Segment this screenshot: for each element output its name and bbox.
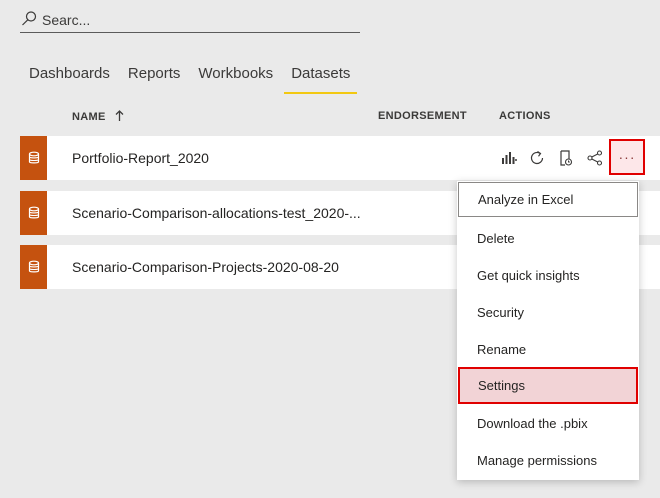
dataset-icon bbox=[20, 136, 47, 180]
menu-item-settings[interactable]: Settings bbox=[458, 367, 638, 404]
search-input[interactable] bbox=[42, 10, 352, 30]
menu-item-security[interactable]: Security bbox=[457, 294, 639, 331]
dataset-name[interactable]: Scenario-Comparison-Projects-2020-08-20 bbox=[72, 245, 339, 289]
tab-workbooks[interactable]: Workbooks bbox=[189, 56, 282, 94]
search-icon bbox=[22, 11, 37, 26]
menu-item-manage-permissions[interactable]: Manage permissions bbox=[457, 442, 639, 479]
more-options-icon: ··· bbox=[618, 149, 636, 165]
more-options-menu: Analyze in Excel Delete Get quick insigh… bbox=[457, 181, 639, 480]
search-box[interactable] bbox=[20, 8, 360, 33]
schedule-refresh-icon[interactable] bbox=[556, 149, 574, 167]
more-options-button[interactable]: ··· bbox=[609, 139, 645, 175]
menu-item-analyze-in-excel[interactable]: Analyze in Excel bbox=[458, 182, 638, 217]
menu-item-rename[interactable]: Rename bbox=[457, 331, 639, 368]
sort-ascending-icon bbox=[115, 110, 124, 121]
tab-dashboards[interactable]: Dashboards bbox=[20, 56, 119, 94]
content-tabs: Dashboards Reports Workbooks Datasets bbox=[20, 56, 359, 94]
dataset-name[interactable]: Scenario-Comparison-allocations-test_202… bbox=[72, 191, 361, 235]
refresh-icon[interactable] bbox=[528, 149, 546, 167]
tab-datasets[interactable]: Datasets bbox=[282, 56, 359, 94]
menu-item-get-quick-insights[interactable]: Get quick insights bbox=[457, 257, 639, 294]
table-row[interactable]: Portfolio-Report_2020 ··· bbox=[20, 136, 660, 180]
tab-reports[interactable]: Reports bbox=[119, 56, 190, 94]
dataset-name[interactable]: Portfolio-Report_2020 bbox=[72, 136, 209, 180]
dataset-icon bbox=[20, 191, 47, 235]
column-header-name-label: NAME bbox=[72, 111, 106, 123]
column-header-endorsement: ENDORSEMENT bbox=[378, 110, 467, 122]
dataset-icon bbox=[20, 245, 47, 289]
create-report-icon[interactable] bbox=[500, 149, 518, 167]
menu-item-delete[interactable]: Delete bbox=[457, 220, 639, 257]
menu-item-download-pbix[interactable]: Download the .pbix bbox=[457, 405, 639, 442]
column-header-name[interactable]: NAME bbox=[72, 110, 124, 123]
share-icon[interactable] bbox=[586, 149, 604, 167]
column-header-actions: ACTIONS bbox=[499, 110, 551, 122]
